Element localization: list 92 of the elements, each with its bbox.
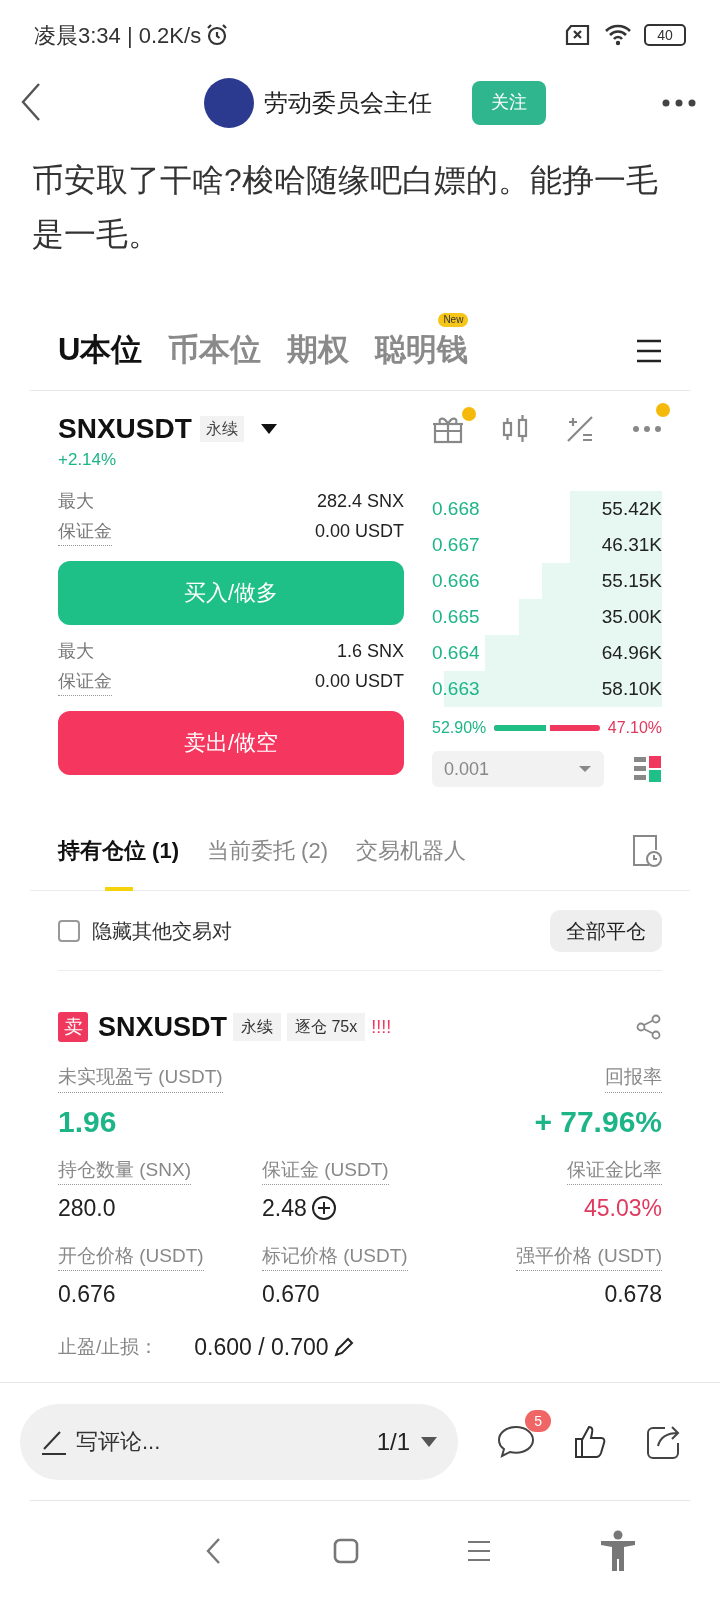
bid-price: 0.665	[432, 604, 480, 629]
position-tab[interactable]: 持有仓位 (1)	[58, 810, 179, 891]
comment-placeholder: 写评论...	[76, 1428, 162, 1456]
symbol-name: SNXUSDT	[58, 412, 192, 446]
field-value: 280.0	[58, 1194, 116, 1223]
field-value: 45.03%	[584, 1194, 662, 1223]
dropdown-icon	[578, 765, 592, 773]
bid-price: 0.664	[432, 640, 480, 665]
bid-amount: 55.15K	[601, 568, 662, 593]
roe-value: + 77.96%	[534, 1103, 662, 1140]
pencil-icon[interactable]	[332, 1335, 355, 1358]
follow-button[interactable]: 关注	[472, 80, 546, 125]
author-name: 劳动委员会主任	[264, 87, 432, 118]
max-value: 282.4 SNX	[316, 490, 404, 513]
field-label: 持仓数量 (SNX)	[58, 1155, 191, 1185]
dropdown-icon[interactable]	[420, 1435, 438, 1448]
home-icon[interactable]	[332, 1537, 359, 1564]
more-icon[interactable]	[662, 99, 696, 107]
contract-tag: 永续	[199, 416, 244, 442]
field-label: 保证金 (USDT)	[262, 1155, 389, 1185]
avatar	[204, 77, 254, 128]
calculator-icon[interactable]	[565, 414, 596, 444]
sell-ratio: 47.10%	[607, 718, 662, 738]
field-value: 0.670	[262, 1280, 320, 1309]
layout-icon[interactable]	[634, 755, 662, 783]
candlestick-icon[interactable]	[500, 414, 529, 444]
bid-amount: 35.00K	[601, 604, 662, 629]
comment-count: 5	[525, 1409, 552, 1432]
precision-value: 0.001	[444, 757, 490, 781]
add-circle-icon[interactable]	[310, 1195, 337, 1222]
side-badge: 卖	[58, 1012, 88, 1042]
post-text: 币安取了干啥?梭哈随缘吧白嫖的。能挣一毛是一毛。	[32, 161, 659, 254]
field-label: 保证金比率	[567, 1155, 662, 1185]
new-badge: New	[438, 313, 469, 328]
bid-price: 0.667	[432, 532, 480, 557]
bid-price: 0.663	[432, 676, 480, 701]
checkbox-label: 隐藏其他交易对	[92, 918, 232, 944]
comment-icon[interactable]	[497, 1423, 536, 1460]
roe-label: 回报率	[605, 1063, 662, 1093]
checkbox[interactable]	[58, 919, 80, 942]
history-icon[interactable]	[632, 833, 662, 868]
sell-short-button[interactable]: 卖出/做空	[58, 710, 404, 775]
share-icon[interactable]	[644, 1423, 681, 1460]
max-label: 最大	[58, 490, 94, 513]
position-tab[interactable]: 交易机器人	[356, 810, 466, 891]
position-symbol: SNXUSDT	[98, 1010, 227, 1044]
bid-amount: 55.42K	[601, 496, 662, 521]
position-tag: 永续	[233, 1013, 281, 1041]
battery-icon: 40	[644, 24, 686, 46]
menu-icon[interactable]	[636, 338, 662, 363]
field-value: 2.48	[262, 1194, 307, 1223]
max-value: 1.6 SNX	[336, 640, 404, 663]
field-label: 标记价格 (USDT)	[262, 1241, 408, 1271]
close-all-button[interactable]: 全部平仓	[550, 909, 662, 952]
wifi-icon	[604, 23, 632, 47]
position-tab[interactable]: 当前委托 (2)	[207, 810, 328, 891]
margin-label: 保证金	[58, 667, 112, 696]
margin-label: 保证金	[58, 517, 112, 546]
no-sim-icon	[564, 23, 592, 47]
precision-select[interactable]: 0.001	[432, 751, 604, 787]
market-tab[interactable]: 期权	[287, 332, 350, 368]
buy-ratio: 52.90%	[432, 718, 487, 738]
bid-price: 0.666	[432, 568, 480, 593]
max-label: 最大	[58, 640, 94, 663]
bid-amount: 58.10K	[601, 676, 662, 701]
price-change: +2.14%	[58, 449, 118, 471]
warning-mark: !!!!	[371, 1015, 392, 1039]
pnl-value: 1.96	[58, 1103, 117, 1140]
margin-value: 0.00 USDT	[314, 520, 404, 543]
field-value: 0.676	[58, 1280, 116, 1309]
dropdown-icon[interactable]	[259, 423, 278, 435]
pnl-label: 未实现盈亏 (USDT)	[58, 1063, 223, 1093]
market-tab[interactable]: 聪明钱	[375, 332, 469, 368]
field-value: 0.678	[604, 1280, 662, 1309]
field-label: 强平价格 (USDT)	[516, 1241, 662, 1271]
market-tab[interactable]: U本位	[58, 332, 143, 368]
accessibility-icon[interactable]	[599, 1529, 636, 1572]
bid-price: 0.668	[432, 496, 480, 521]
market-tab[interactable]: 币本位	[168, 332, 262, 368]
page-indicator: 1/1	[376, 1426, 410, 1457]
comment-field[interactable]: 写评论... 1/1	[20, 1403, 458, 1480]
bid-amount: 64.96K	[601, 640, 662, 665]
tpsl-value: 0.600 / 0.700	[194, 1332, 329, 1362]
position-tag: 逐仓 75x	[287, 1013, 366, 1041]
bid-amount: 46.31K	[601, 532, 662, 557]
status-time: 凌晨3:34 | 0.2K/s	[34, 21, 202, 50]
buy-long-button[interactable]: 买入/做多	[58, 560, 404, 625]
margin-value: 0.00 USDT	[314, 670, 404, 693]
tpsl-label: 止盈/止损：	[58, 1334, 159, 1359]
back-icon[interactable]	[20, 82, 42, 122]
thumbs-up-icon[interactable]	[574, 1424, 606, 1459]
field-label: 开仓价格 (USDT)	[58, 1241, 204, 1271]
